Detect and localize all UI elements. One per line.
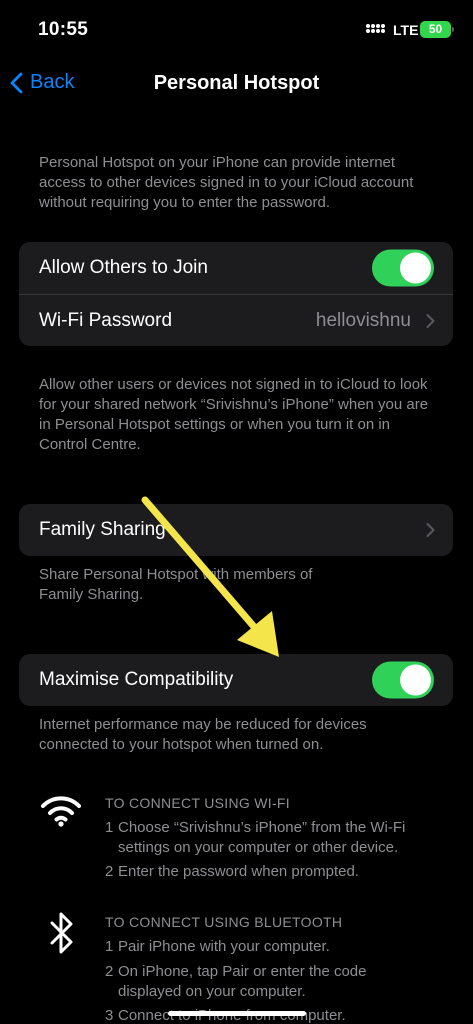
status-time: 10:55 (38, 19, 89, 40)
bluetooth-icon (50, 912, 73, 954)
family-sharing-group: Family Sharing (19, 504, 453, 556)
wifi-password-value: hellovishnu (315, 309, 411, 331)
step-text: On iPhone, tap Pair or enter the code (118, 963, 367, 980)
allow-others-label: Allow Others to Join (39, 257, 208, 278)
maximise-compatibility-row: Maximise Compatibility (19, 654, 453, 706)
toggle-knob (400, 252, 431, 284)
step-number: 1 (105, 819, 114, 836)
wifi-instructions-heading: TO CONNECT USING WI-FI (105, 795, 290, 811)
allow-others-row: Allow Others to Join (19, 242, 453, 294)
step-text: Pair iPhone with your computer. (118, 938, 330, 955)
maximise-compatibility-toggle[interactable] (372, 661, 434, 699)
intro-note: Personal Hotspot on your iPhone can prov… (39, 154, 414, 211)
compatibility-group: Maximise Compatibility (19, 654, 453, 706)
step-text-continued: settings on your computer or other devic… (118, 839, 399, 856)
chevron-right-icon (426, 313, 435, 328)
toggle-knob (400, 664, 431, 696)
step-number: 2 (105, 963, 114, 980)
home-indicator[interactable] (168, 1011, 306, 1016)
navigation-bar: Back Personal Hotspot (0, 60, 473, 108)
join-settings-group: Allow Others to Join Wi-Fi Password hell… (19, 242, 453, 346)
step-number: 3 (105, 1007, 114, 1024)
status-bar: 10:55 LTE 50 (0, 0, 473, 56)
bluetooth-step-1: 1 Pair iPhone with your computer. (105, 937, 445, 957)
family-sharing-row[interactable]: Family Sharing (19, 504, 453, 556)
wifi-password-label: Wi-Fi Password (39, 309, 173, 331)
step-number: 2 (105, 863, 114, 880)
join-note: Allow other users or devices not signed … (39, 376, 429, 453)
wifi-step-1: 1 Choose “Srivishnu’s iPhone” from the Wi… (105, 818, 445, 858)
bluetooth-instructions-heading: TO CONNECT USING BLUETOOTH (105, 914, 343, 930)
allow-others-toggle[interactable] (372, 249, 434, 287)
step-text: Enter the password when prompted. (118, 863, 359, 880)
compatibility-note: Internet performance may be reduced for … (39, 716, 367, 753)
maximise-compatibility-label: Maximise Compatibility (39, 669, 234, 690)
cellular-signal-icon (366, 24, 386, 37)
family-sharing-note: Share Personal Hotspot with members of F… (39, 566, 313, 603)
step-text: Choose “Srivishnu’s iPhone” from the Wi-… (118, 819, 406, 836)
battery-icon: 50 (420, 21, 454, 38)
chevron-right-icon (426, 523, 435, 537)
page-title: Personal Hotspot (153, 72, 320, 94)
network-type: LTE (393, 22, 419, 38)
wifi-step-2: 2 Enter the password when prompted. (105, 862, 445, 882)
wifi-password-row[interactable]: Wi-Fi Password hellovishnu (19, 294, 453, 346)
battery-level: 50 (428, 22, 443, 36)
step-number: 1 (105, 938, 114, 955)
bluetooth-step-2: 2 On iPhone, tap Pair or enter the code d… (105, 962, 445, 1002)
wifi-icon (41, 796, 81, 827)
step-text-continued: displayed on your computer. (118, 983, 306, 1000)
family-sharing-label: Family Sharing (39, 519, 166, 540)
